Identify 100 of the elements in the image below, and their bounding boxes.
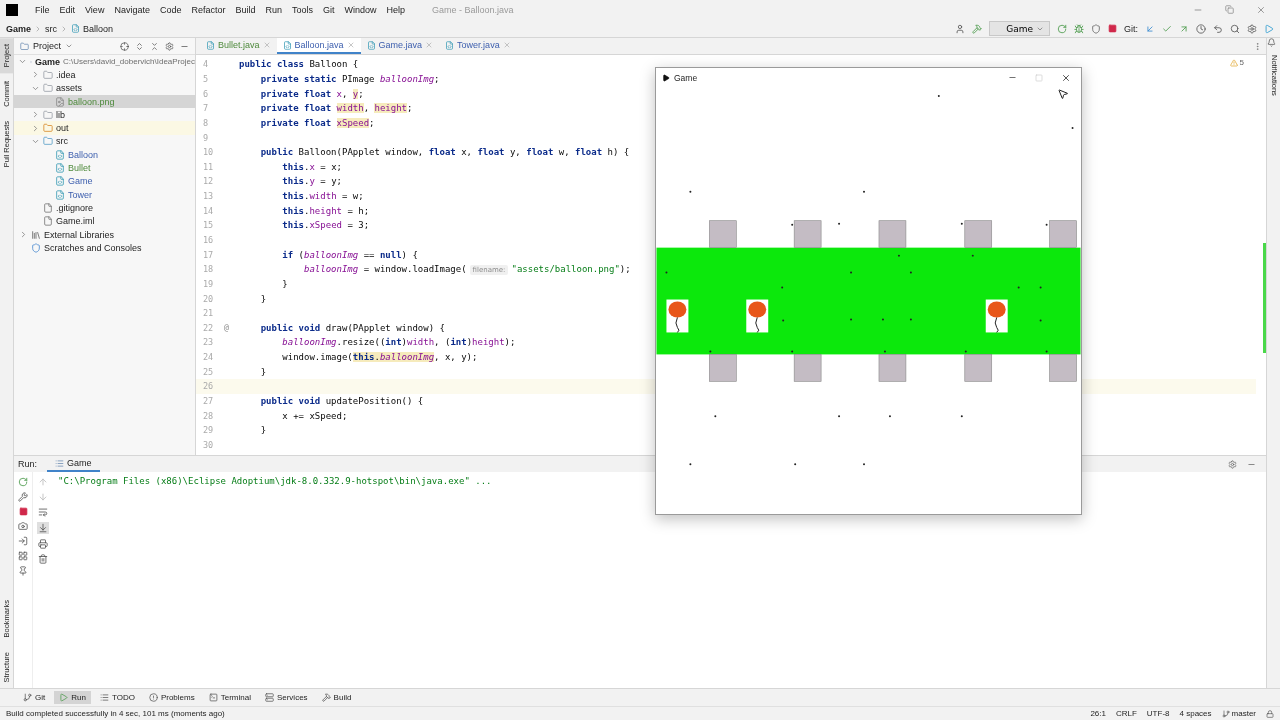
- editor-tab[interactable]: Tower.java: [439, 38, 517, 54]
- line-number: 16: [202, 235, 215, 245]
- warnings-indicator[interactable]: 5: [1229, 58, 1244, 67]
- stop-icon[interactable]: [18, 507, 28, 516]
- expand-all-icon[interactable]: [135, 41, 144, 51]
- rerun-icon[interactable]: [18, 477, 28, 487]
- line-number: 6: [202, 88, 210, 99]
- tree-item[interactable]: Game: [14, 174, 195, 188]
- tree-item[interactable]: Tower: [14, 187, 195, 202]
- class-icon: [55, 189, 65, 200]
- status-message: Build completed successfully in 4 sec, 101 ms (moments ago): [6, 709, 225, 718]
- branch-icon: [1221, 709, 1230, 718]
- menu-item[interactable]: Refactor: [186, 5, 231, 15]
- settings-icon[interactable]: [1228, 459, 1237, 469]
- tool-window-tab[interactable]: Problems: [143, 691, 200, 704]
- tree-item[interactable]: src: [14, 134, 195, 149]
- folder-icon: [20, 41, 29, 51]
- tool-window-tab[interactable]: Services: [259, 691, 313, 704]
- tree-item[interactable]: out: [14, 121, 195, 135]
- tree-label: Scratches and Consoles: [44, 242, 142, 253]
- editor-tab[interactable]: Balloon.java: [276, 38, 361, 54]
- line-number: 10: [202, 147, 215, 158]
- menu-item[interactable]: Help: [381, 5, 411, 15]
- hammer-icon[interactable]: [972, 23, 983, 34]
- up-arrow-icon[interactable]: [37, 477, 48, 487]
- tree-item[interactable]: Game.iml: [14, 214, 195, 228]
- branch-icon: [23, 693, 32, 702]
- restore-icon[interactable]: [1225, 5, 1234, 14]
- locate-icon[interactable]: [120, 41, 129, 51]
- down-arrow-icon[interactable]: [37, 492, 48, 502]
- menu-item[interactable]: Edit: [54, 5, 81, 15]
- more-icon[interactable]: [1253, 41, 1262, 51]
- git-branch[interactable]: master: [1221, 709, 1256, 718]
- pin-icon[interactable]: [18, 566, 28, 576]
- tree-item[interactable]: .gitignore: [14, 201, 195, 215]
- breadcrumb[interactable]: Balloon: [71, 23, 114, 34]
- menu-item[interactable]: Navigate: [109, 5, 155, 15]
- menu-item[interactable]: Code: [154, 5, 187, 15]
- tree-item[interactable]: External Libraries: [14, 227, 195, 242]
- wrench-icon[interactable]: [18, 492, 28, 502]
- project-view-dropdown[interactable]: Project: [20, 41, 73, 51]
- editor-tab[interactable]: Game.java: [360, 38, 440, 54]
- menu-item[interactable]: Tools: [287, 5, 318, 15]
- rerun-icon[interactable]: [1057, 23, 1067, 34]
- commit-check-icon[interactable]: [1162, 23, 1172, 34]
- status-item[interactable]: 4 spaces: [1179, 709, 1212, 718]
- status-item[interactable]: CRLF: [1115, 709, 1137, 718]
- code-line: private static PImage balloonImg;: [259, 73, 440, 84]
- menu-item[interactable]: Run: [260, 5, 287, 15]
- tree-label: Game.iml: [56, 216, 95, 227]
- user-icon[interactable]: [955, 23, 966, 34]
- tree-item[interactable]: Balloon: [14, 148, 195, 162]
- close-icon[interactable]: [1061, 72, 1071, 83]
- undo-icon[interactable]: [1213, 23, 1223, 34]
- tree-item[interactable]: assets: [14, 81, 195, 95]
- settings-icon[interactable]: [1247, 23, 1257, 34]
- tool-window-tab[interactable]: Git: [18, 691, 51, 704]
- tree-item[interactable]: Bullet: [14, 161, 195, 175]
- history-icon[interactable]: [1196, 23, 1206, 34]
- menu-item[interactable]: File: [30, 5, 55, 15]
- tool-window-tab[interactable]: Build: [316, 691, 357, 704]
- run-configuration-dropdown[interactable]: Game: [989, 21, 1050, 36]
- editor-tab[interactable]: Bullet.java: [200, 38, 277, 54]
- breadcrumb[interactable]: src: [45, 23, 57, 34]
- bug-icon[interactable]: [1074, 23, 1084, 34]
- tree-item[interactable]: lib: [14, 108, 195, 122]
- tool-window-tab[interactable]: TODO: [94, 691, 140, 704]
- tool-window-tab[interactable]: Terminal: [203, 691, 256, 704]
- game-window-title: Game: [674, 72, 698, 83]
- tree-item[interactable]: Scratches and Consoles: [14, 241, 195, 255]
- search-icon[interactable]: [1230, 23, 1240, 34]
- menu-item[interactable]: Window: [339, 5, 382, 15]
- camera-icon[interactable]: [18, 521, 28, 531]
- breadcrumb[interactable]: Game: [6, 23, 31, 34]
- status-item[interactable]: UTF-8: [1146, 709, 1170, 718]
- tree-label: Game: [68, 176, 93, 187]
- tool-window-tab[interactable]: Run: [54, 691, 91, 704]
- exit-icon[interactable]: [18, 536, 28, 546]
- menu-item[interactable]: View: [80, 5, 110, 15]
- push-arrow-icon[interactable]: [1179, 23, 1189, 34]
- code-line: }: [259, 366, 267, 377]
- stop-icon[interactable]: [1108, 24, 1117, 33]
- tree-item[interactable]: Game C:\Users\david_dobervich\IdeaProjec: [14, 55, 195, 69]
- status-item[interactable]: 26:1: [1090, 709, 1106, 718]
- collapse-all-icon[interactable]: [150, 41, 159, 51]
- update-arrow-icon[interactable]: [1145, 23, 1155, 34]
- trash-icon[interactable]: [37, 554, 48, 564]
- soft-wrap-icon[interactable]: [37, 507, 48, 517]
- line-number: 19: [202, 278, 215, 289]
- tree-item[interactable]: .idea: [14, 68, 195, 82]
- override-mark[interactable]: @: [224, 323, 229, 333]
- scroll-to-end-button[interactable]: [36, 522, 49, 534]
- lock-icon[interactable]: [1266, 709, 1274, 718]
- console-tab[interactable]: Game: [47, 456, 100, 472]
- line-number: 11: [202, 161, 215, 172]
- print-icon[interactable]: [37, 539, 48, 549]
- menu-item[interactable]: Git: [318, 5, 340, 15]
- menu-item[interactable]: Build: [230, 5, 261, 15]
- notifications-icon[interactable]: [1267, 38, 1276, 47]
- settings-icon[interactable]: [165, 41, 174, 51]
